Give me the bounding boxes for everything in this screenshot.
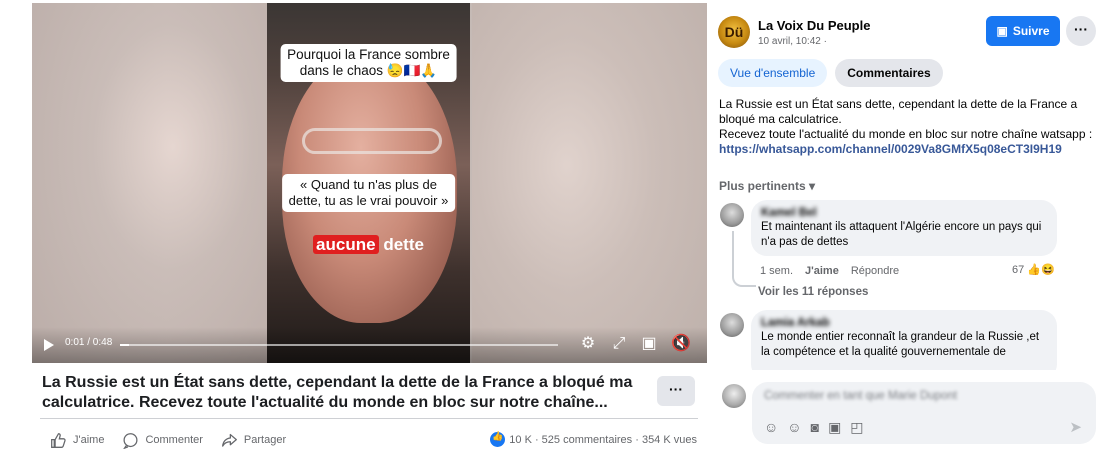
post-stats[interactable]: 10 K · 525 commentaires · 354 K vues <box>490 431 697 447</box>
tab-overview[interactable]: Vue d'ensemble <box>718 59 828 87</box>
more-options-button[interactable]: ··· <box>1066 16 1096 46</box>
follow-button[interactable]: ▣ Suivre <box>986 16 1060 46</box>
like-label: J'aime <box>73 434 105 446</box>
post-description: La Russie est un État sans dette, cepend… <box>719 97 1097 157</box>
thread-line <box>732 231 756 287</box>
like-button[interactable]: J'aime <box>50 432 104 449</box>
video-frame: Pourquoi la France sombre dans le chaos … <box>267 3 470 363</box>
comment-label: Commenter <box>145 434 203 446</box>
user-avatar <box>722 384 746 408</box>
comment-bubble-icon <box>123 432 138 449</box>
page-avatar[interactable]: Dü <box>718 16 750 48</box>
comment-reply-button[interactable]: Répondre <box>851 265 899 277</box>
send-icon[interactable]: ➤ <box>1069 418 1082 436</box>
gif-icon[interactable]: ▣ <box>828 419 841 436</box>
like-reaction-icon <box>490 431 506 447</box>
video-time: 0:01 / 0:48 <box>65 337 113 348</box>
fullscreen-icon[interactable]: ⤢ <box>608 333 630 355</box>
description-text: La Russie est un État sans dette, cepend… <box>719 97 1078 126</box>
post-sidebar: Dü La Voix Du Peuple 10 avril, 10:42 · ▣… <box>712 0 1100 459</box>
comment-sort-dropdown[interactable]: Plus pertinents ▾ <box>719 179 815 193</box>
comment-like-button[interactable]: J'aime <box>805 265 839 277</box>
comment-button[interactable]: Commenter <box>122 432 203 449</box>
share-label: Partager <box>243 434 287 446</box>
video-progress-bar[interactable] <box>120 344 558 346</box>
video-caption-quote: « Quand tu n'as plus de dette, tu as le … <box>281 174 456 212</box>
tab-comments[interactable]: Commentaires <box>835 59 943 87</box>
sidebar-tabs: Vue d'ensemble Commentaires <box>718 59 943 87</box>
comment-bubble: Kamel Bel Et maintenant ils attaquent l'… <box>751 200 1057 256</box>
commenter-name[interactable]: Kamel Bel <box>761 206 1047 220</box>
post-more-button[interactable]: ··· <box>657 376 695 406</box>
progress-fill <box>120 344 129 346</box>
follow-icon: ▣ <box>996 24 1008 38</box>
comment-age[interactable]: 1 sem. <box>760 265 793 277</box>
camera-icon[interactable]: ◙ <box>811 419 819 436</box>
picture-in-picture-icon[interactable]: ▣ <box>638 333 660 355</box>
emoji-icon[interactable]: ☺ <box>787 419 801 436</box>
comment-list: Kamel Bel Et maintenant ils attaquent l'… <box>712 195 1100 370</box>
whatsapp-link[interactable]: https://whatsapp.com/channel/0029Va8GMfX… <box>719 142 1062 156</box>
page-name[interactable]: La Voix Du Peuple <box>758 18 870 33</box>
post-actions: J'aime Commenter Partager <box>50 430 286 450</box>
video-caption-subtitle: aucune dette <box>267 235 470 255</box>
glasses-shape <box>302 128 442 154</box>
share-arrow-icon <box>221 433 237 447</box>
video-column: Pourquoi la France sombre dans le chaos … <box>0 0 712 459</box>
settings-gear-icon[interactable]: ⚙ <box>577 333 599 355</box>
mute-icon[interactable]: 🔇 <box>670 333 692 355</box>
caption-line: « Quand tu n'as plus de <box>300 177 437 192</box>
commenter-avatar[interactable] <box>720 203 744 227</box>
sticker-icon[interactable]: ◰ <box>850 419 863 436</box>
share-button[interactable]: Partager <box>221 432 286 449</box>
facebook-video-viewer: Pourquoi la France sombre dans le chaos … <box>0 0 1100 459</box>
view-replies-link[interactable]: Voir les 11 réponses <box>758 286 868 298</box>
avatar-sticker-icon[interactable]: ☺ <box>764 419 778 436</box>
comment-text: Et maintenant ils attaquent l'Algérie en… <box>761 221 1042 248</box>
comment-reactions[interactable]: 67 👍😆 <box>1012 263 1055 276</box>
description-text: Recevez toute l'actualité du monde en bl… <box>719 127 1093 141</box>
video-caption-top: Pourquoi la France sombre dans le chaos … <box>280 44 457 82</box>
caption-line: dette, tu as le vrai pouvoir » <box>288 193 449 208</box>
comment-composer: Commenter en tant que Marie Dupont ☺ ☺ ◙… <box>718 380 1096 446</box>
video-blur-right <box>472 3 707 363</box>
follow-label: Suivre <box>1012 24 1050 38</box>
caption-line: dans le chaos 😓🇫🇷🙏 <box>299 63 438 78</box>
divider <box>40 418 698 419</box>
commenter-avatar[interactable] <box>720 313 744 337</box>
comment-input[interactable]: Commenter en tant que Marie Dupont ☺ ☺ ◙… <box>752 382 1096 444</box>
play-icon[interactable] <box>44 339 54 351</box>
commenter-name[interactable]: Lamia Arkab <box>761 316 1047 330</box>
subtitle-word: dette <box>383 235 424 254</box>
caption-line: Pourquoi la France sombre <box>287 47 450 62</box>
composer-icons: ☺ ☺ ◙ ▣ ◰ <box>764 419 864 436</box>
comment-text: Le monde entier reconnaît la grandeur de… <box>761 331 1040 358</box>
video-blur-left <box>32 3 267 363</box>
post-date[interactable]: 10 avril, 10:42 · <box>758 36 827 47</box>
comment-bubble: Lamia Arkab Le monde entier reconnaît la… <box>751 310 1057 370</box>
comment-meta: 1 sem. J'aime Répondre <box>760 265 899 277</box>
subtitle-highlight: aucune <box>313 235 379 254</box>
comment-placeholder: Commenter en tant que Marie Dupont <box>764 390 958 402</box>
video-player[interactable]: Pourquoi la France sombre dans le chaos … <box>32 3 707 363</box>
video-controls: 0:01 / 0:48 ⚙ ⤢ ▣ 🔇 <box>32 327 707 363</box>
thumbs-up-icon <box>51 432 66 448</box>
post-title: La Russie est un État sans dette, cepend… <box>42 374 633 411</box>
stats-text: 10 K · 525 commentaires · 354 K vues <box>509 433 697 446</box>
